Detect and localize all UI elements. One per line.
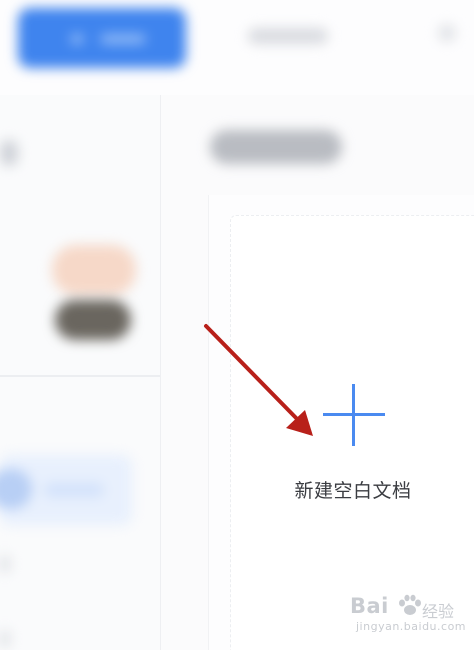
watermark: Bai 经验 jingyan.baidu.com [330,592,470,644]
watermark-url: jingyan.baidu.com [356,620,467,633]
blurred-primary-button[interactable] [18,8,186,68]
watermark-brand-cn: 经验 [422,602,455,621]
sidebar [0,95,161,650]
blurred-section-title [210,130,342,164]
new-blank-document-label: 新建空白文档 [294,480,412,502]
blurred-top-tab[interactable] [248,28,328,44]
blurred-sidebar-item[interactable] [0,630,10,648]
watermark-brand: Bai [350,594,389,618]
blurred-sidebar-item[interactable] [0,555,10,573]
top-toolbar [0,0,474,95]
blurred-avatar[interactable] [52,245,136,295]
blurred-user-name [55,300,131,340]
blurred-sidebar-item[interactable] [0,140,18,166]
new-blank-document-button[interactable]: 新建空白文档 [248,340,458,530]
app-window: 新建空白文档 Bai 经验 jingyan.baidu.com [0,0,474,650]
blurred-top-corner-icon[interactable] [438,24,456,42]
paw-icon [399,594,421,615]
sidebar-divider [0,375,160,377]
plus-icon [323,384,385,446]
blurred-sidebar-active-item[interactable] [0,455,132,525]
